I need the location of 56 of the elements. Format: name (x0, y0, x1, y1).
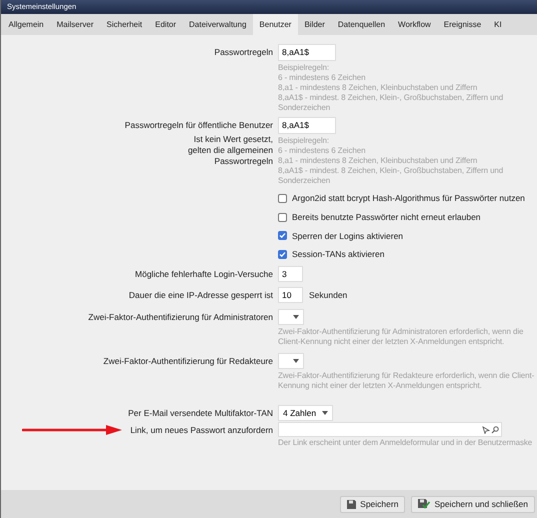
tab[interactable]: KI (488, 14, 508, 35)
checkbox[interactable] (278, 212, 287, 222)
save-close-button[interactable]: Speichern und schließen (411, 496, 535, 512)
setting-note: Ist kein Wert gesetzt, gelten die allgemeinen Passwortregeln (186, 134, 273, 167)
cursor-icon (482, 426, 490, 434)
checkbox[interactable] (278, 194, 287, 203)
checkbox-label: Argon2id statt bcrypt Hash-Algorithmus für Passwörter nutzen (292, 192, 525, 205)
text-field[interactable]: 8,aA1$ (278, 44, 336, 61)
save-button[interactable]: Speichern (340, 496, 406, 512)
unit-label: Sekunden (309, 288, 348, 302)
checkbox-label: Session-TANs aktivieren (292, 248, 384, 261)
checkbox[interactable] (278, 250, 287, 260)
setting-label: Dauer die eine IP-Adresse gesperrt ist (128, 290, 273, 300)
floppy-check-icon (418, 499, 430, 509)
hint-text: Der Link erscheint unter dem Anmeldeformular und in der Benutzermaske (278, 438, 534, 448)
dropdown[interactable] (278, 309, 304, 325)
caret-icon (322, 411, 328, 415)
setting-label: Zwei-Faktor-Authentifizierung für Administratoren (88, 312, 273, 322)
caret-icon (293, 359, 299, 363)
hint-text: 8,aA1$ - mindest. 8 Zeichen, Klein-, Großbuchstaben, Ziffern und Sonderzeichen (278, 93, 504, 113)
setting-label: Passwortregeln (214, 46, 273, 58)
tab[interactable]: Datenquellen (331, 14, 392, 35)
tab[interactable]: Mailserver (50, 14, 100, 35)
hint-text: 8,a1 - mindestens 8 Zeichen, Kleinbuchstaben und Ziffern (278, 83, 478, 93)
setting-label: Zwei-Faktor-Authentifizierung für Redakteure (103, 356, 273, 366)
setting-label: Passwortregeln für öffentliche Benutzer (124, 120, 273, 130)
hint-text: 6 - mindestens 6 Zeichen (278, 73, 366, 83)
hint-text: 6 - mindestens 6 Zeichen (278, 146, 366, 156)
tab[interactable]: Editor (148, 14, 183, 35)
dropdown[interactable] (278, 353, 304, 369)
checkbox-label: Sperren der Logins aktivieren (292, 230, 404, 242)
hint-text: Beispielregeln: (278, 136, 330, 146)
text-field[interactable]: 8,aA1$ (278, 117, 336, 134)
setting-label: Mögliche fehlerhafte Login-Versuche (135, 268, 273, 280)
tab[interactable]: Benutzer (252, 14, 298, 35)
tab[interactable]: Allgemein (2, 14, 50, 35)
hint-text: Zwei-Faktor-Authentifizierung für Redakteure erforderlich, wenn die Client-Kennung nicht einer der letzten X-Anmeldungen entspricht. (278, 371, 536, 391)
link-field[interactable] (278, 422, 502, 437)
hint-text: 8,a1 - mindestens 8 Zeichen, Kleinbuchstaben und Ziffern (278, 156, 478, 166)
number-field[interactable]: 10 (278, 287, 303, 303)
checkbox-label: Bereits benutzte Passwörter nicht erneut erlauben (292, 210, 481, 224)
setting-label: Per E-Mail versendete Multifaktor-TAN (128, 408, 273, 418)
number-field[interactable]: 3 (278, 266, 303, 282)
tab[interactable]: Ereignisse (437, 14, 488, 35)
checkbox[interactable] (278, 231, 287, 240)
caret-icon (293, 315, 299, 319)
hint-text: 8,aA1$ - mindest. 8 Zeichen, Klein-, Großbuchstaben, Ziffern und Sonderzeichen (278, 166, 504, 186)
setting-label: Link, um neues Passwort anzufordern (130, 424, 273, 436)
tab[interactable]: Sicherheit (100, 14, 149, 35)
search-icon (491, 426, 499, 434)
tab[interactable]: Dateiverwaltung (182, 14, 253, 35)
hint-text: Zwei-Faktor-Authentifizierung für Administratoren erforderlich, wenn die Client-Kennung nicht einer der letzten X-Anmeldungen entspricht. (278, 327, 524, 347)
tab[interactable]: Bilder (298, 14, 332, 35)
dropdown[interactable]: 4 Zahlen (278, 405, 334, 421)
hint-text: Beispielregeln: (278, 63, 330, 73)
tab[interactable]: Workflow (392, 14, 438, 35)
